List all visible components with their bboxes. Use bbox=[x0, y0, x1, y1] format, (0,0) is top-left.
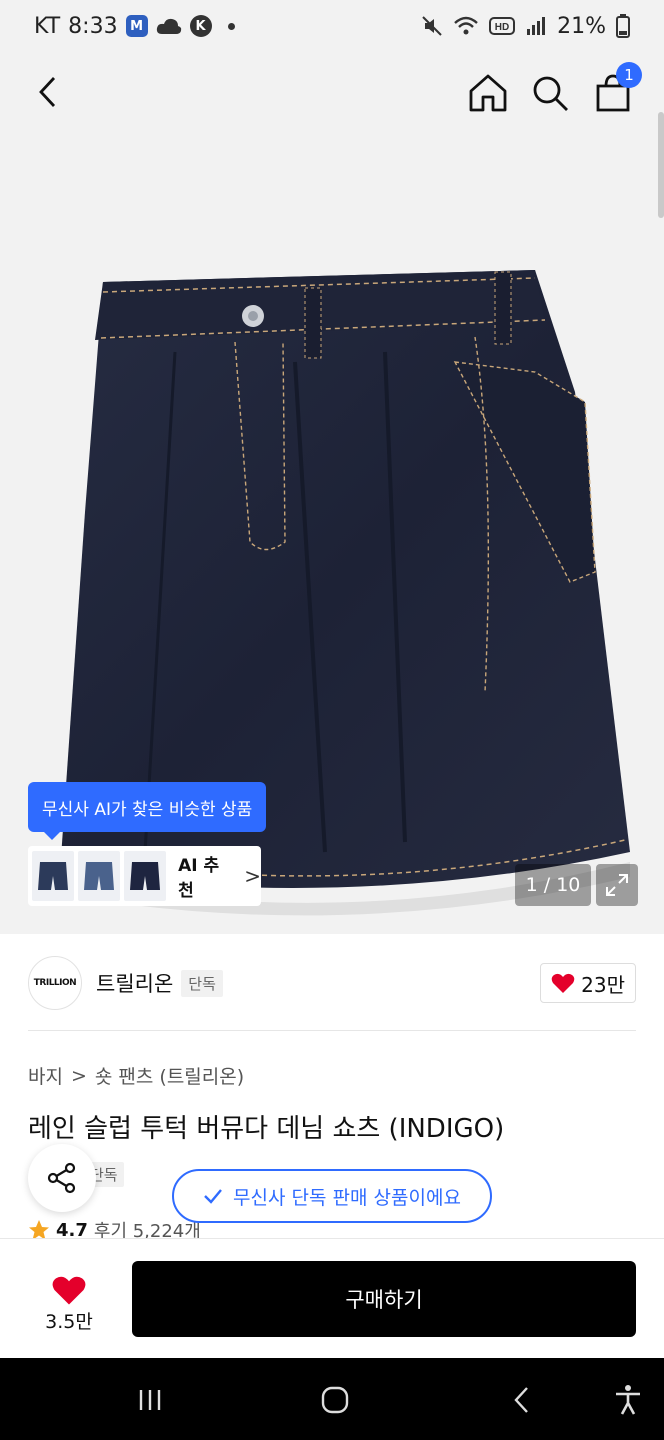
expand-image-button[interactable] bbox=[596, 864, 638, 906]
back-arrow-icon bbox=[39, 77, 56, 107]
accessibility-button[interactable] bbox=[606, 1378, 650, 1422]
home-icon bbox=[469, 74, 507, 112]
wifi-icon bbox=[453, 15, 479, 37]
battery-icon bbox=[616, 14, 630, 38]
product-title: 레인 슬럽 투턱 버뮤다 데님 쇼츠 (INDIGO) bbox=[28, 1114, 505, 1144]
recent-apps-button[interactable] bbox=[128, 1378, 172, 1422]
exclusive-notice-text: 무신사 단독 판매 상품이에요 bbox=[233, 1186, 461, 1209]
exclusive-tag: 단독 bbox=[181, 969, 223, 997]
breadcrumb-category[interactable]: 바지 bbox=[28, 1062, 63, 1089]
breadcrumb-subcategory[interactable]: 숏 팬츠 (트릴리온) bbox=[95, 1062, 244, 1089]
brand-row: TRILLION 트릴리온 단독 23만 bbox=[28, 955, 636, 1011]
clock: 8:33 bbox=[68, 13, 118, 39]
heart-icon bbox=[551, 973, 575, 993]
wishlist-count: 3.5만 bbox=[45, 1311, 93, 1333]
check-icon bbox=[204, 1189, 222, 1204]
back-chevron-icon bbox=[514, 1387, 528, 1413]
search-button[interactable] bbox=[527, 70, 573, 116]
image-page-indicator: 1 / 10 bbox=[515, 864, 591, 906]
brand-like-button[interactable]: 23만 bbox=[540, 963, 636, 1003]
share-icon bbox=[47, 1162, 76, 1194]
brand-like-count: 23만 bbox=[581, 972, 625, 997]
ai-thumb-3[interactable] bbox=[124, 851, 167, 901]
recent-apps-icon bbox=[139, 1390, 161, 1410]
cart-button[interactable]: 1 bbox=[590, 62, 642, 116]
ai-thumb-2[interactable] bbox=[78, 851, 121, 901]
mute-icon bbox=[421, 15, 443, 37]
cart-count-badge: 1 bbox=[616, 62, 642, 88]
battery-percent: 21% bbox=[557, 13, 606, 39]
back-button[interactable] bbox=[28, 70, 72, 114]
home-button[interactable] bbox=[465, 70, 511, 116]
home-nav-button[interactable] bbox=[313, 1378, 357, 1422]
ai-thumb-1[interactable] bbox=[32, 851, 75, 901]
breadcrumb-separator: > bbox=[70, 1064, 87, 1087]
accessibility-icon bbox=[616, 1385, 640, 1415]
share-button[interactable] bbox=[28, 1144, 96, 1212]
home-circle-icon bbox=[321, 1386, 349, 1414]
cloud-icon bbox=[156, 16, 182, 36]
exclusive-notice-banner: 무신사 단독 판매 상품이에요 bbox=[172, 1169, 492, 1223]
notification-app-icon: M bbox=[125, 15, 148, 37]
brand-logo[interactable]: TRILLION bbox=[28, 956, 82, 1010]
kakao-icon: K bbox=[189, 15, 212, 37]
carrier-label: KT bbox=[34, 13, 61, 39]
hd-icon: HD bbox=[489, 16, 516, 36]
svg-text:HD: HD bbox=[495, 22, 509, 33]
divider bbox=[28, 1030, 636, 1031]
more-notifications-dot bbox=[227, 22, 235, 30]
top-nav: 1 bbox=[0, 52, 664, 132]
search-icon bbox=[533, 76, 568, 111]
breadcrumb: 바지 > 숏 팬츠 (트릴리온) bbox=[28, 1062, 244, 1089]
bottom-action-bar: 3.5만 구매하기 bbox=[0, 1238, 664, 1358]
back-nav-button[interactable] bbox=[500, 1378, 544, 1422]
android-nav-bar bbox=[0, 1358, 664, 1440]
ai-recommend-tooltip: 무신사 AI가 찾은 비슷한 상품 bbox=[28, 782, 267, 840]
chevron-right-icon: > bbox=[244, 864, 261, 888]
signal-icon bbox=[525, 16, 547, 36]
ai-recommend-strip[interactable]: AI 추천 > bbox=[28, 846, 261, 906]
buy-button[interactable]: 구매하기 bbox=[132, 1261, 636, 1337]
status-bar: KT 8:33 M K HD 21% bbox=[0, 0, 664, 52]
expand-icon bbox=[606, 874, 628, 896]
heart-icon bbox=[52, 1276, 86, 1305]
brand-name[interactable]: 트릴리온 bbox=[96, 968, 173, 998]
ai-recommend-label[interactable]: AI 추천 bbox=[178, 851, 232, 901]
